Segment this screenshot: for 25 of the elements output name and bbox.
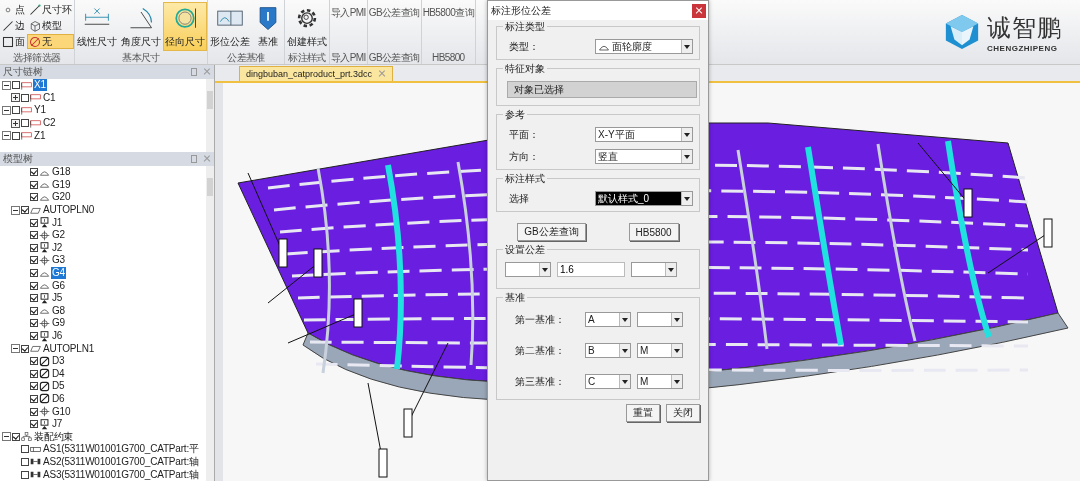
group-label: 公差基准 (226, 51, 266, 64)
group-label: 基本尺寸 (121, 51, 161, 64)
panel-title: 模型树 (3, 152, 34, 166)
field-label: 类型： (508, 39, 539, 54)
group-title: 标注样式 (503, 172, 547, 185)
group-title: 设置公差 (503, 243, 547, 256)
group-label: 选择筛选器 (12, 51, 62, 64)
group-label: HB5800 (431, 51, 466, 64)
brand-name: 诚智鹏 (987, 12, 1062, 43)
field-label: 第三基准： (514, 374, 566, 389)
group-title: 基准 (503, 291, 527, 304)
field-label: 第一基准： (514, 312, 566, 327)
field-label: 第二基准： (514, 343, 566, 358)
group-label: 导入PMI (330, 51, 367, 64)
dialog-title: 标注形位公差 (491, 3, 552, 18)
group-title: 特征对象 (503, 62, 547, 75)
brand-subtitle: CHENGZHIPENG (987, 43, 1059, 53)
field-label: 平面： (508, 127, 539, 142)
field-label: 方向： (508, 149, 539, 164)
field-label: 选择 (508, 191, 529, 206)
group-title: 标注类型 (503, 20, 547, 33)
group-title: 参考 (503, 108, 527, 121)
panel-title: 尺寸链树 (3, 65, 44, 79)
group-label: GB公差查询 (367, 51, 421, 64)
group-label: 标注样式 (287, 51, 327, 64)
